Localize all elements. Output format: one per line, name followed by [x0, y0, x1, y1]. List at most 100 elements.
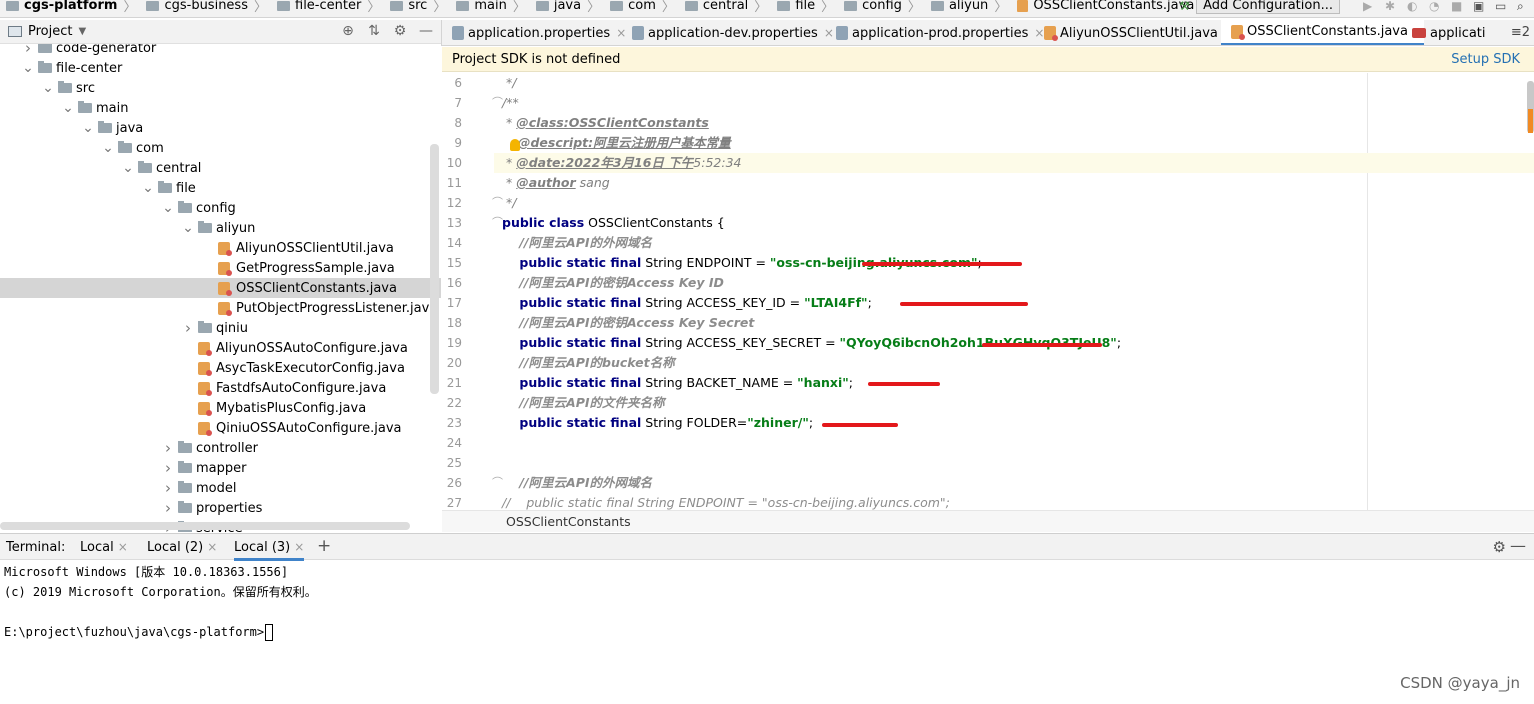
fold-icon[interactable]: ⌒ [492, 93, 503, 113]
chevron-down-icon[interactable]: ⌄ [102, 140, 114, 156]
minimize-icon[interactable]: — [417, 23, 435, 39]
tree-file-item[interactable]: MybatisPlusConfig.java [0, 398, 441, 418]
tree-folder-item[interactable]: ⌄ aliyun [0, 218, 441, 238]
breadcrumb-item[interactable]: central 〉 [684, 0, 773, 15]
tree-folder-item[interactable]: ⌄ config [0, 198, 441, 218]
terminal-tab-active[interactable]: Local (3) × [234, 540, 305, 561]
tree-file-item[interactable]: OSSClientConstants.java [0, 278, 441, 298]
minimize-icon[interactable]: — [1510, 536, 1526, 555]
chevron-right-icon[interactable]: › [162, 459, 174, 477]
terminal-tab[interactable]: Local (2) × [147, 540, 217, 555]
tree-folder-item[interactable]: › controller [0, 438, 441, 458]
fold-icon[interactable]: ⌒ [492, 193, 503, 213]
add-configuration-button[interactable]: Add Configuration... [1196, 0, 1340, 14]
lightbulb-icon[interactable] [510, 139, 520, 151]
layout-icon[interactable]: ▭ [1495, 0, 1507, 12]
chevron-right-icon[interactable]: › [182, 319, 194, 337]
locate-target-icon[interactable]: ⊕ [339, 23, 357, 39]
breadcrumb-item[interactable]: aliyun 〉 [930, 0, 1013, 15]
editor-tab[interactable]: AliyunOSSClientUtil.java× [1034, 20, 1234, 45]
debug-icon[interactable]: ✱ [1385, 0, 1397, 12]
editor-breadcrumb-class[interactable]: OSSClientConstants [506, 514, 631, 529]
breadcrumb-separator: 〉 [433, 0, 447, 15]
coverage-icon[interactable]: ◐ [1407, 0, 1419, 12]
tree-folder-item[interactable]: › code-generator [0, 44, 441, 58]
search-icon[interactable]: ⌕ [1517, 0, 1529, 12]
close-icon[interactable]: × [294, 540, 304, 554]
chevron-down-icon[interactable]: ⌄ [62, 100, 74, 116]
chevron-right-icon[interactable]: › [162, 499, 174, 517]
fold-icon[interactable]: ⌒ [492, 473, 503, 493]
chevron-right-icon[interactable]: › [22, 44, 34, 57]
terminal-tab[interactable]: Local × [80, 540, 128, 555]
breadcrumb-item[interactable]: file 〉 [777, 0, 840, 15]
tree-folder-item[interactable]: ⌄ src [0, 78, 441, 98]
gear-icon[interactable]: ⚙ [1493, 538, 1506, 556]
chevron-right-icon[interactable]: › [162, 439, 174, 457]
tree-folder-item[interactable]: ⌄ file [0, 178, 441, 198]
chevron-down-icon[interactable]: ⌄ [82, 120, 94, 136]
chevron-down-icon[interactable]: ⌄ [22, 60, 34, 76]
tree-folder-item[interactable]: ⌄ com [0, 138, 441, 158]
tree-file-item[interactable]: PutObjectProgressListener.java [0, 298, 441, 318]
project-structure-icon[interactable]: ▣ [1473, 0, 1485, 12]
gear-icon[interactable]: ⚙ [391, 23, 409, 39]
breadcrumb-item[interactable]: src 〉 [390, 0, 452, 15]
chevron-down-icon[interactable]: ⌄ [142, 180, 154, 196]
breadcrumb-item[interactable]: cgs-business 〉 [146, 0, 273, 15]
chevron-down-icon[interactable]: ⌄ [122, 160, 134, 176]
setup-sdk-link[interactable]: Setup SDK [1451, 52, 1520, 67]
terminal-output[interactable]: Microsoft Windows [版本 10.0.18363.1556] (… [0, 561, 1534, 704]
tree-folder-item[interactable]: › mapper [0, 458, 441, 478]
fold-icon[interactable]: ⌒ [492, 213, 503, 233]
new-terminal-plus-icon[interactable]: + [317, 536, 331, 556]
chevron-down-icon[interactable]: ⌄ [182, 220, 194, 236]
stop-icon[interactable]: ■ [1451, 0, 1463, 12]
breadcrumb-item[interactable]: file-center 〉 [277, 0, 386, 15]
breadcrumb-separator: 〉 [907, 0, 921, 15]
terminal-prompt-line[interactable]: E:\project\fuzhou\java\cgs-platform> [4, 622, 274, 642]
breadcrumb-item[interactable]: main 〉 [456, 0, 532, 15]
tab-overflow-button[interactable]: ≡2 [1511, 25, 1530, 40]
build-hammer-icon[interactable]: ⚒ [1179, 0, 1191, 12]
tree-folder-item[interactable]: ⌄ file-center [0, 58, 441, 78]
chevron-down-icon[interactable]: ⌄ [162, 200, 174, 216]
breadcrumb-item[interactable]: OSSClientConstants.java [1017, 0, 1194, 13]
profile-icon[interactable]: ◔ [1429, 0, 1441, 12]
tree-folder-item[interactable]: ⌄ java [0, 118, 441, 138]
line-number: 15 [446, 256, 462, 270]
close-icon[interactable]: × [207, 540, 217, 554]
breadcrumb-item[interactable]: com 〉 [610, 0, 681, 15]
properties-file-icon [632, 26, 644, 40]
editor-tab[interactable]: application.properties × [442, 20, 626, 45]
editor-tab[interactable]: application-prod.properties × [826, 20, 1044, 45]
tree-folder-item[interactable]: › model [0, 478, 441, 498]
tree-file-item[interactable]: FastdfsAutoConfigure.java [0, 378, 441, 398]
tree-folder-item[interactable]: ⌄ central [0, 158, 441, 178]
editor-tab-active[interactable]: OSSClientConstants.java× [1221, 20, 1425, 45]
tree-file-item[interactable]: GetProgressSample.java [0, 258, 441, 278]
folder-icon [456, 0, 470, 11]
tree-file-item[interactable]: AliyunOSSAutoConfigure.java [0, 338, 441, 358]
close-icon[interactable]: × [118, 540, 128, 554]
tree-file-item[interactable]: QiniuOSSAutoConfigure.java [0, 418, 441, 438]
run-icon[interactable]: ▶ [1363, 0, 1375, 12]
chevron-down-icon[interactable]: ⌄ [42, 80, 54, 96]
folder-icon [38, 61, 52, 73]
tree-horizontal-scrollbar[interactable] [0, 522, 410, 530]
breadcrumb-item[interactable]: config 〉 [844, 0, 927, 15]
breadcrumb-item[interactable]: java 〉 [535, 0, 606, 15]
editor-tab[interactable]: application-dev.properties × [622, 20, 834, 45]
tree-file-item[interactable]: AliyunOSSClientUtil.java [0, 238, 441, 258]
chevron-right-icon[interactable]: › [162, 479, 174, 497]
editor-tab[interactable]: applicati [1402, 20, 1486, 45]
tree-folder-item[interactable]: › properties [0, 498, 441, 518]
collapse-all-icon[interactable]: ⇅ [365, 23, 383, 39]
tree-vertical-scrollbar[interactable] [430, 144, 439, 394]
breadcrumb-item[interactable]: cgs-platform 〉 [6, 0, 142, 15]
code-editor[interactable]: 6 7 8 9 10 11 12 13 14 15 16 17 18 19 20 21 22 23 24 25 26 27… [442, 73, 1534, 510]
tree-file-item[interactable]: AsycTaskExecutorConfig.java [0, 358, 441, 378]
tree-folder-item[interactable]: ⌄ main [0, 98, 441, 118]
project-view-selector[interactable]: Project ▼ [8, 24, 86, 39]
tree-folder-item[interactable]: › qiniu [0, 318, 441, 338]
